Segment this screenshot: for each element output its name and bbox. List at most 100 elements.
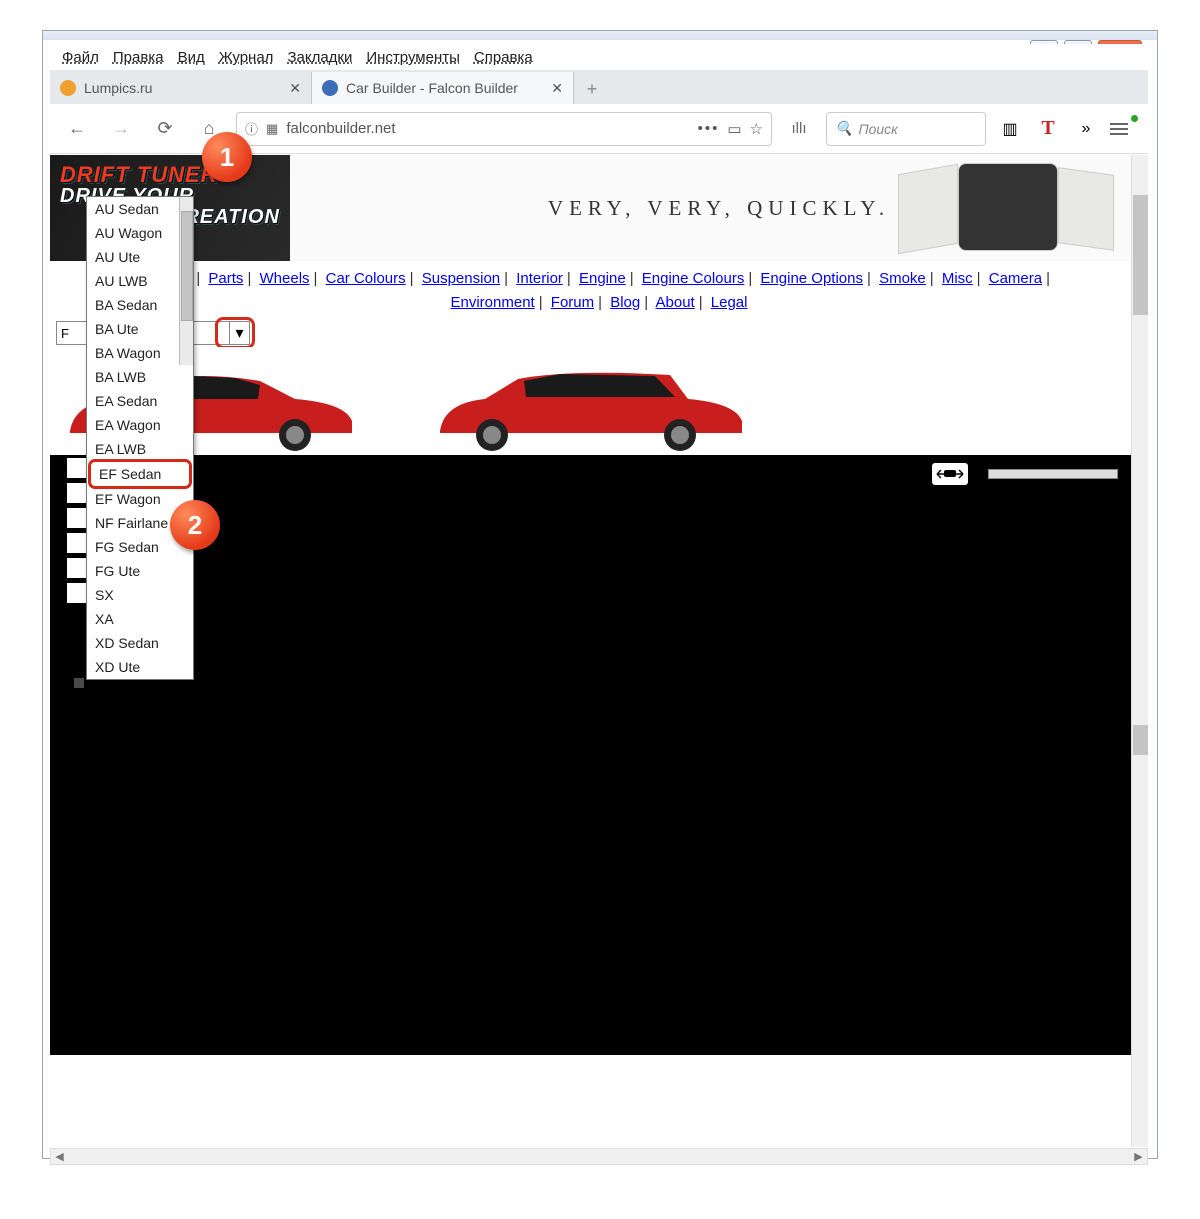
- dropdown-option[interactable]: FG Ute: [87, 559, 193, 583]
- tab-title: Lumpics.ru: [84, 80, 283, 96]
- menu-bookmarks[interactable]: Закладки: [281, 47, 358, 68]
- car-gallery: [50, 347, 1148, 455]
- dropdown-option[interactable]: AU Ute: [87, 245, 193, 269]
- nav-forum[interactable]: Forum: [551, 294, 594, 311]
- hamburger-menu[interactable]: [1110, 115, 1138, 143]
- nav-enginecolours[interactable]: Engine Colours: [642, 270, 745, 287]
- back-button[interactable]: ←: [60, 112, 94, 146]
- dropdown-scrollbar[interactable]: [179, 197, 193, 365]
- car-width-icon[interactable]: [932, 463, 968, 485]
- url-text: falconbuilder.net: [286, 120, 689, 137]
- favicon-lumpics: [60, 80, 76, 96]
- make-select-value: F: [61, 326, 69, 341]
- car-wagon: [430, 361, 750, 451]
- nav-engineoptions[interactable]: Engine Options: [760, 270, 863, 287]
- dropdown-option[interactable]: XD Ute: [87, 655, 193, 679]
- annotation-callout-2: 2: [170, 500, 220, 550]
- forward-button[interactable]: →: [104, 112, 138, 146]
- tab-close-icon[interactable]: ✕: [289, 80, 301, 97]
- nav-parts[interactable]: Parts: [208, 270, 243, 287]
- scrollbar-thumb[interactable]: [1133, 195, 1148, 315]
- scrollbar-thumb[interactable]: [181, 211, 193, 321]
- site-icon: ▦: [266, 121, 278, 137]
- mini-square: [74, 678, 84, 688]
- dropdown-option[interactable]: AU LWB: [87, 269, 193, 293]
- dropdown-option[interactable]: EA Wagon: [87, 413, 193, 437]
- dropdown-option[interactable]: EA Sedan: [87, 389, 193, 413]
- model-dropdown[interactable]: AU SedanAU WagonAU UteAU LWBBA SedanBA U…: [86, 196, 194, 680]
- dropdown-option[interactable]: AU Wagon: [87, 221, 193, 245]
- nav-suspension[interactable]: Suspension: [422, 270, 500, 287]
- menu-view[interactable]: Вид: [172, 47, 211, 68]
- scroll-right-icon[interactable]: ▶: [1130, 1149, 1147, 1164]
- tab-carbuilder[interactable]: Car Builder - Falcon Builder ✕: [312, 72, 574, 104]
- sidebar-icon[interactable]: ▥: [996, 115, 1024, 143]
- header-right: VERY, VERY, QUICKLY.: [290, 155, 1148, 261]
- tab-close-icon[interactable]: ✕: [551, 80, 563, 97]
- extension-t-icon[interactable]: T: [1034, 115, 1062, 143]
- info-icon: ⓘ: [245, 119, 258, 138]
- url-bar[interactable]: ⓘ ▦ falconbuilder.net ••• ▭ ☆: [236, 112, 772, 146]
- menu-file[interactable]: Файл: [56, 47, 105, 68]
- menu-tools[interactable]: Инструменты: [360, 47, 466, 68]
- header-slogan: VERY, VERY, QUICKLY.: [548, 196, 890, 221]
- nav-interior[interactable]: Interior: [516, 270, 563, 287]
- nav-engine[interactable]: Engine: [579, 270, 626, 287]
- menu-help[interactable]: Справка: [468, 47, 539, 68]
- nav-row2: Environment| Forum| Blog| About| Legal: [54, 291, 1144, 315]
- page-actions-icon[interactable]: •••: [698, 120, 720, 137]
- reader-icon[interactable]: ▭: [727, 120, 741, 138]
- tab-title: Car Builder - Falcon Builder: [346, 80, 545, 96]
- titlebar: [43, 31, 1157, 40]
- scrollbar-thumb[interactable]: [1133, 725, 1148, 755]
- dropdown-option[interactable]: AU Sedan: [87, 197, 193, 221]
- zoom-slider[interactable]: [988, 469, 1118, 479]
- dropdown-option[interactable]: XA: [87, 607, 193, 631]
- tab-strip: Lumpics.ru ✕ Car Builder - Falcon Builde…: [50, 70, 1148, 104]
- chevron-down-icon: ▾: [235, 323, 243, 343]
- dropdown-option[interactable]: BA LWB: [87, 365, 193, 389]
- dropdown-option[interactable]: BA Wagon: [87, 341, 193, 365]
- preview-canvas: FullScreen Screensh Clone C Save C Load …: [50, 455, 1148, 1055]
- dropdown-option[interactable]: EF Sedan: [88, 459, 192, 489]
- tab-lumpics[interactable]: Lumpics.ru ✕: [50, 72, 312, 104]
- library-icon[interactable]: ıllı: [782, 112, 816, 146]
- control-row: F ▾ ▾: [50, 319, 1148, 347]
- nav-carcolours[interactable]: Car Colours: [326, 270, 406, 287]
- reload-button[interactable]: ⟳: [148, 112, 182, 146]
- menu-bar: Файл Правка Вид Журнал Закладки Инструме…: [50, 44, 1148, 70]
- search-placeholder: Поиск: [858, 121, 897, 137]
- nav-camera[interactable]: Camera: [989, 270, 1042, 287]
- nav-environment[interactable]: Environment: [451, 294, 535, 311]
- dropdown-option[interactable]: SX: [87, 583, 193, 607]
- page-vertical-scrollbar[interactable]: [1131, 155, 1148, 1147]
- search-box[interactable]: 🔍 Поиск: [826, 112, 986, 146]
- nav-row1: Models| Parts| Wheels| Car Colours| Susp…: [54, 267, 1144, 291]
- notification-dot: [1131, 115, 1138, 122]
- canvas-top-controls: [932, 463, 1118, 485]
- scroll-left-icon[interactable]: ◀: [51, 1149, 68, 1164]
- menu-history[interactable]: Журнал: [213, 47, 280, 68]
- model-select-arrow[interactable]: ▾: [229, 322, 249, 344]
- new-tab-button[interactable]: +: [574, 74, 610, 104]
- nav-misc[interactable]: Misc: [942, 270, 973, 287]
- dropdown-option[interactable]: XD Sedan: [87, 631, 193, 655]
- dropdown-option[interactable]: BA Ute: [87, 317, 193, 341]
- dropdown-option[interactable]: EA LWB: [87, 437, 193, 461]
- nav-about[interactable]: About: [656, 294, 695, 311]
- menu-edit[interactable]: Правка: [107, 47, 170, 68]
- nav-smoke[interactable]: Smoke: [879, 270, 926, 287]
- favicon-carbuilder: [322, 80, 338, 96]
- nav-links: Models| Parts| Wheels| Car Colours| Susp…: [50, 261, 1148, 319]
- horizontal-scrollbar[interactable]: ◀ ▶: [50, 1148, 1148, 1165]
- nav-blog[interactable]: Blog: [610, 294, 640, 311]
- page-content: DRIFT TUNER DRIVE YOUR CREATION VERY, VE…: [50, 155, 1148, 1147]
- dropdown-option[interactable]: BA Sedan: [87, 293, 193, 317]
- bookmark-star-icon[interactable]: ☆: [750, 120, 763, 138]
- nav-wheels[interactable]: Wheels: [260, 270, 310, 287]
- header-decoration: [898, 163, 1138, 253]
- nav-legal[interactable]: Legal: [711, 294, 748, 311]
- search-icon: 🔍: [835, 120, 852, 137]
- annotation-callout-1: 1: [202, 132, 252, 182]
- overflow-icon[interactable]: »: [1072, 115, 1100, 143]
